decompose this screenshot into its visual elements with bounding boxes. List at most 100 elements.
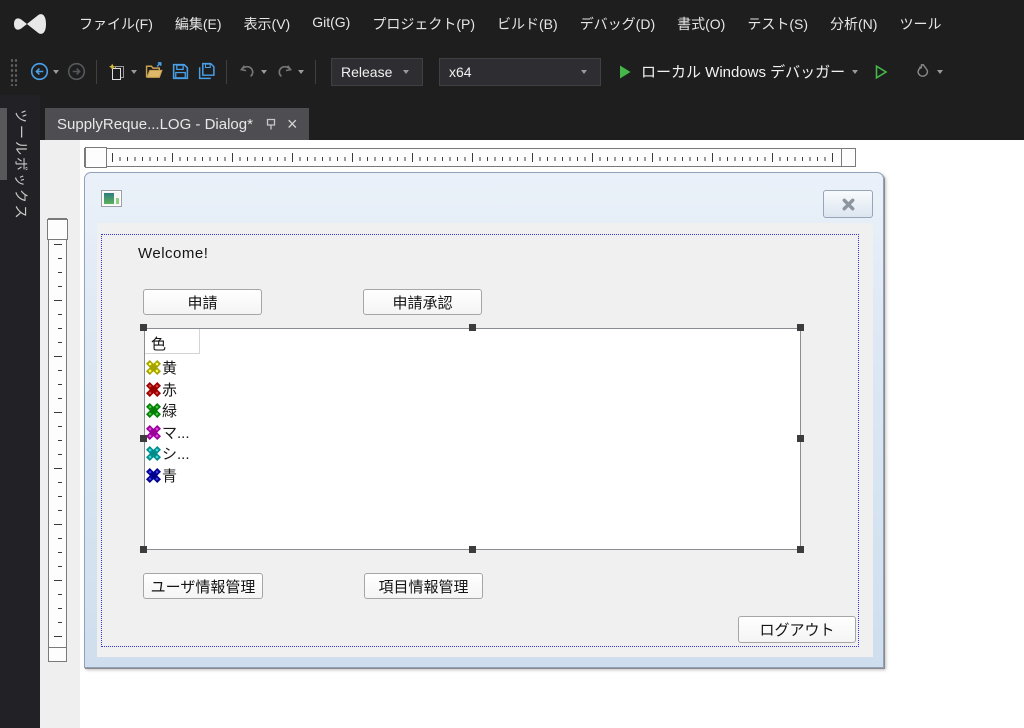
hot-reload-icon <box>917 63 929 77</box>
main-toolbar: Release x64 ローカル Windows デバッガー <box>0 48 1024 95</box>
dialog-designer-surface[interactable]: Welcome! 申請 申請承認 色 黄赤緑マ... シ... 青 ユーザ情報管… <box>40 140 1024 728</box>
toolbar-grip[interactable] <box>10 57 18 86</box>
menu-item[interactable]: テスト(S) <box>736 8 819 40</box>
save-button[interactable] <box>167 58 193 86</box>
navigate-forward-icon <box>67 62 85 81</box>
dialog-close-button[interactable] <box>823 190 873 218</box>
dialog-app-icon <box>101 190 122 207</box>
vertical-ruler <box>47 218 68 662</box>
approve-button[interactable]: 申請承認 <box>363 289 482 315</box>
hot-reload-button[interactable] <box>910 58 936 86</box>
resize-handle[interactable] <box>469 546 476 553</box>
open-file-button[interactable] <box>141 58 167 86</box>
save-all-icon <box>198 62 215 80</box>
resize-handle[interactable] <box>797 546 804 553</box>
toolbox-tab[interactable]: ツールボックス <box>11 109 31 221</box>
horizontal-ruler <box>84 147 856 168</box>
dialog-client-area[interactable]: Welcome! 申請 申請承認 色 黄赤緑マ... シ... 青 ユーザ情報管… <box>97 223 873 657</box>
close-icon <box>842 198 854 210</box>
toolbar-separator <box>315 59 316 84</box>
chevron-down-icon <box>581 69 587 74</box>
platform-value: x64 <box>449 63 472 80</box>
toolbar-separator <box>226 59 227 84</box>
toolbox-edge-bar <box>0 108 7 180</box>
list-column-header[interactable]: 色 <box>145 329 200 354</box>
menu-bar: ファイル(F) 編集(E) 表示(V) Git(G) プロジェクト(P) ビルド(B) デバ… <box>0 0 1024 48</box>
color-clover-icon <box>146 360 161 376</box>
redo-button[interactable] <box>271 58 297 86</box>
undo-dropdown[interactable] <box>261 69 267 74</box>
color-clover-icon <box>146 381 161 397</box>
visual-studio-window: ファイル(F) 編集(E) 表示(V) Git(G) プロジェクト(P) ビルド(B) デバ… <box>0 0 1024 728</box>
new-item-button[interactable] <box>104 58 130 86</box>
menu-item[interactable]: プロジェクト(P) <box>361 8 486 40</box>
undo-button[interactable] <box>234 58 260 86</box>
list-rows: 黄赤緑マ... シ... 青 <box>145 354 800 486</box>
welcome-label: Welcome! <box>138 245 209 262</box>
toolbox-sidebar: ツールボックス <box>0 95 40 728</box>
list-item-label: シ... <box>162 446 190 464</box>
configuration-value: Release <box>341 63 393 80</box>
menu-item[interactable]: ツール <box>888 8 952 40</box>
close-icon[interactable]: × <box>287 115 298 133</box>
resize-handle[interactable] <box>797 324 804 331</box>
resize-handle[interactable] <box>140 546 147 553</box>
menu-item[interactable]: 書式(O) <box>666 8 736 40</box>
navigate-back-dropdown[interactable] <box>53 69 59 74</box>
menu-bar-items: ファイル(F) 編集(E) 表示(V) Git(G) プロジェクト(P) ビルド(B) デバ… <box>68 8 952 40</box>
start-debugging-button[interactable]: ローカル Windows デバッガー <box>617 61 862 82</box>
configuration-combobox[interactable]: Release <box>331 57 423 86</box>
resize-handle[interactable] <box>140 324 147 331</box>
list-item: 黄 <box>145 357 800 379</box>
list-item-label: 青 <box>162 467 178 485</box>
visual-studio-logo-icon <box>14 14 46 34</box>
pin-icon[interactable] <box>263 117 277 131</box>
logout-button[interactable]: ログアウト <box>738 616 856 643</box>
new-item-dropdown[interactable] <box>131 69 137 74</box>
resize-handle[interactable] <box>140 435 147 442</box>
navigate-back-icon <box>30 62 48 81</box>
list-item: 緑 <box>145 400 800 422</box>
chevron-down-icon <box>403 69 409 74</box>
list-item-label: 緑 <box>162 403 178 421</box>
menu-item[interactable]: デバッグ(D) <box>569 8 666 40</box>
document-tab[interactable]: SupplyReque...LOG - Dialog* × <box>45 108 310 140</box>
menu-item[interactable]: 分析(N) <box>819 8 888 40</box>
list-item: 赤 <box>145 379 800 401</box>
list-item-label: 赤 <box>162 381 178 399</box>
start-without-debugging-icon <box>875 64 888 79</box>
navigate-back-button[interactable] <box>26 58 52 86</box>
list-item: マ... <box>145 422 800 444</box>
list-item: 青 <box>145 465 800 487</box>
menu-item[interactable]: ビルド(B) <box>486 8 569 40</box>
color-clover-icon <box>146 403 161 419</box>
platform-combobox[interactable]: x64 <box>439 57 601 86</box>
user-management-button[interactable]: ユーザ情報管理 <box>143 573 263 599</box>
resize-handle[interactable] <box>469 324 476 331</box>
navigate-forward-button[interactable] <box>63 58 89 86</box>
open-file-icon <box>145 62 163 78</box>
list-item-label: 黄 <box>162 360 178 378</box>
menu-item[interactable]: 表示(V) <box>233 8 302 40</box>
menu-item[interactable]: Git(G) <box>301 8 361 40</box>
designed-dialog[interactable]: Welcome! 申請 申請承認 色 黄赤緑マ... シ... 青 ユーザ情報管… <box>84 172 884 668</box>
list-header: 色 <box>145 329 800 354</box>
apply-button[interactable]: 申請 <box>143 289 262 315</box>
color-clover-icon <box>146 467 161 483</box>
redo-icon <box>277 65 292 78</box>
menu-item[interactable]: 編集(E) <box>164 8 233 40</box>
menu-item[interactable]: ファイル(F) <box>68 8 164 40</box>
save-all-button[interactable] <box>193 58 219 86</box>
item-management-button[interactable]: 項目情報管理 <box>364 573 483 599</box>
resize-handle[interactable] <box>797 435 804 442</box>
list-item-label: マ... <box>162 424 190 442</box>
start-debugging-dropdown[interactable] <box>852 69 859 74</box>
color-list[interactable]: 色 黄赤緑マ... シ... 青 <box>144 328 801 550</box>
undo-icon <box>239 65 254 78</box>
color-clover-icon <box>146 424 161 440</box>
save-icon <box>172 63 188 80</box>
redo-dropdown[interactable] <box>298 69 304 74</box>
hot-reload-dropdown[interactable] <box>937 69 944 74</box>
start-without-debugging-button[interactable] <box>868 58 894 86</box>
list-item: シ... <box>145 443 800 465</box>
